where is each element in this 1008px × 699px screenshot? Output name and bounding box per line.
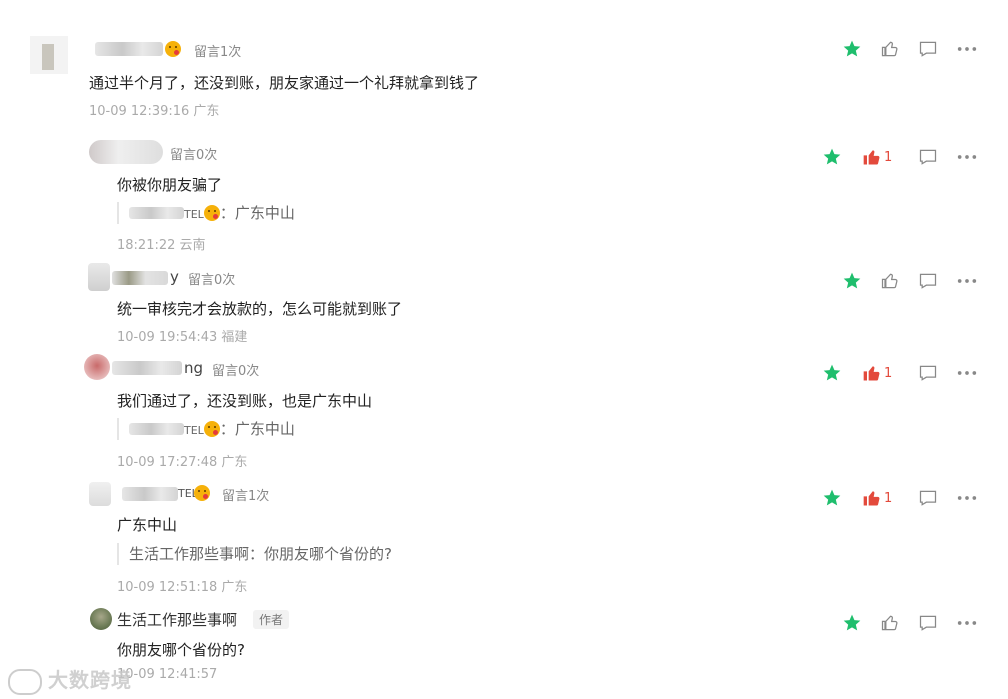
blurred-username[interactable] [112,361,182,375]
comment-time: 10-09 19:54:43 福建 [117,330,248,345]
thumb-up-icon[interactable] [880,38,900,60]
comment-icon[interactable] [918,487,938,509]
star-icon[interactable] [822,362,842,384]
reply-quote: TEL ：广东中山 [117,202,295,224]
like-count: 1 [884,490,893,506]
reply-quote: 生活工作那些事啊：你朋友哪个省份的? [117,543,392,565]
comment-text: 你被你朋友骗了 [117,176,223,194]
comment-text: 你朋友哪个省份的? [117,641,245,659]
comment-text: 广东中山 [117,516,178,534]
quote-text: ：广东中山 [219,420,295,438]
author-avatar[interactable] [90,608,112,630]
username-tail[interactable]: ng [184,359,203,377]
comment-count-label: 留言1次 [194,45,242,60]
blurred-username [129,207,184,219]
comment-actions [840,270,978,292]
comment-text: 统一审核完才会放款的，怎么可能就到账了 [117,300,403,318]
comment-actions: 1 [823,487,978,509]
more-icon[interactable] [956,362,978,384]
emoji-icon [203,205,220,221]
like-count: 1 [884,365,893,381]
comment-icon[interactable] [918,362,938,384]
quote-text: ：广东中山 [219,204,295,222]
comment-icon[interactable] [918,612,938,634]
avatar[interactable] [89,140,163,164]
reply-quote: TEL ：广东中山 [117,418,295,440]
watermark: 大数跨境 [8,664,132,695]
thumb-up-icon[interactable] [880,612,900,634]
comment-time: 18:21:22 云南 [117,238,206,253]
comment-time: 10-09 12:51:18 广东 [117,580,248,595]
avatar[interactable] [89,482,111,506]
star-icon[interactable] [822,487,842,509]
username-tail[interactable]: y [170,268,179,286]
star-icon[interactable] [822,146,842,168]
comment-icon[interactable] [918,38,938,60]
more-icon[interactable] [956,270,978,292]
star-icon[interactable] [842,270,862,292]
name-suffix: TEL [184,424,204,437]
comment-count-label: 留言0次 [170,148,218,163]
star-icon[interactable] [842,612,862,634]
emoji-icon [165,41,181,57]
comment-time: 10-09 12:39:16 广东 [89,104,220,119]
author-badge: 作者 [253,610,290,629]
comment-icon[interactable] [918,146,938,168]
blurred-username [129,423,184,435]
comment-actions [838,38,978,60]
comment-actions [840,612,978,634]
thumb-up-icon[interactable]: 1 [862,487,892,509]
comment-actions: 1 [823,146,978,168]
more-icon[interactable] [956,612,978,634]
avatar[interactable] [88,263,110,291]
emoji-icon [203,421,220,437]
star-icon[interactable] [842,38,862,60]
comment-text: 我们通过了，还没到账，也是广东中山 [117,392,373,410]
thumb-up-icon[interactable]: 1 [862,146,892,168]
blurred-username[interactable] [112,271,168,285]
comment-time: 10-09 17:27:48 广东 [117,455,248,470]
thumb-up-icon[interactable] [880,270,900,292]
avatar[interactable] [84,354,110,380]
author-name[interactable]: 生活工作那些事啊 [117,609,237,630]
blurred-username[interactable] [122,487,178,501]
avatar[interactable] [30,36,68,74]
comment-count-label: 留言0次 [212,364,260,379]
more-icon[interactable] [956,487,978,509]
more-icon[interactable] [956,146,978,168]
comment-actions: 1 [823,362,978,384]
comment-time: 10-09 12:41:57 [117,667,218,682]
name-suffix: TEL [184,208,204,221]
like-count: 1 [884,149,893,165]
thumb-up-icon[interactable]: 1 [862,362,892,384]
comment-count-label: 留言1次 [222,489,270,504]
comment-icon[interactable] [918,270,938,292]
watermark-logo-icon [8,668,42,695]
more-icon[interactable] [956,38,978,60]
blurred-username[interactable] [95,42,163,56]
comment-count-label: 留言0次 [188,273,236,288]
emoji-icon [194,485,210,501]
comment-text: 通过半个月了，还没到账，朋友家通过一个礼拜就拿到钱了 [89,74,480,92]
watermark-text: 大数跨境 [48,668,132,692]
